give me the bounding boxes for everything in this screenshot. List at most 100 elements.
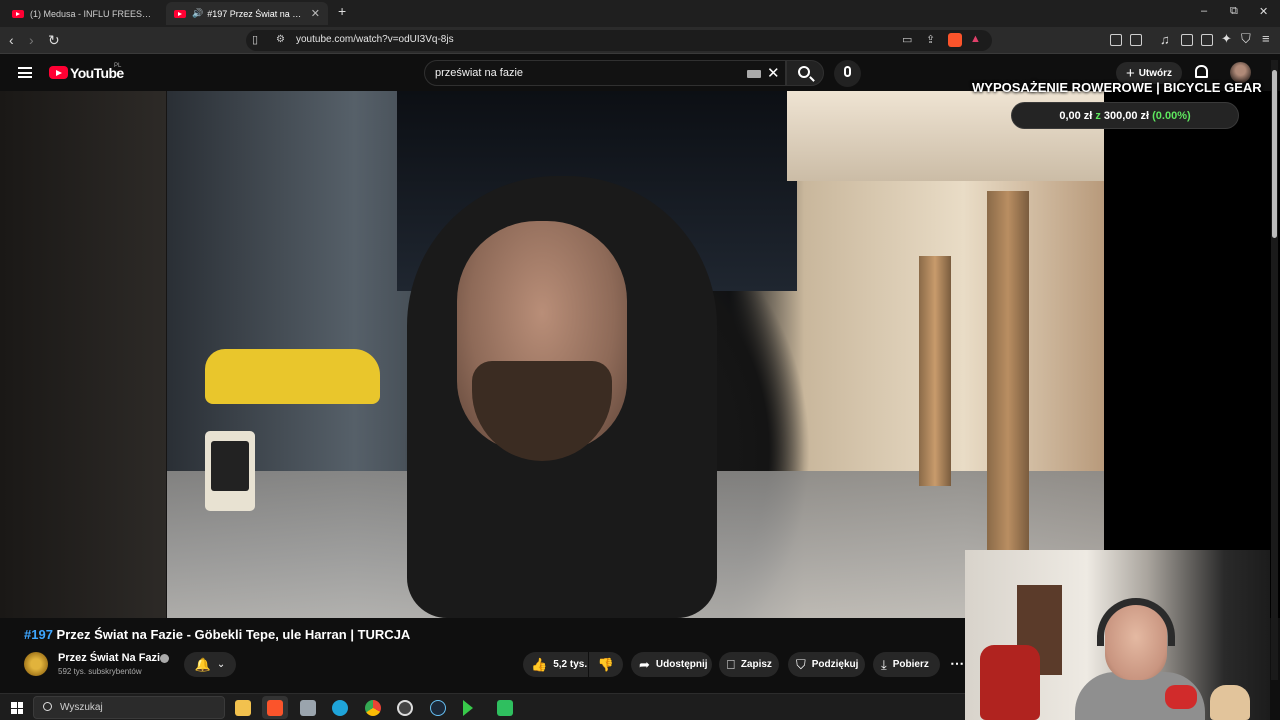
browser-tab-strip: (1) Medusa - INFLU FREESTYLE (prod 🔊 #19… bbox=[0, 0, 1280, 27]
video-player[interactable] bbox=[167, 91, 1104, 618]
voice-search-button[interactable] bbox=[834, 60, 861, 87]
youtube-favicon-icon bbox=[12, 9, 24, 18]
create-label: Utwórz bbox=[1138, 67, 1173, 79]
browser-menu-icon[interactable]: ≡ bbox=[1262, 31, 1270, 46]
sidebar-icon[interactable] bbox=[1181, 34, 1193, 46]
site-info-icon[interactable]: ⚙ bbox=[276, 34, 285, 45]
chevron-down-icon: ⌄ bbox=[216, 659, 226, 670]
browser-tab-active[interactable]: 🔊 #197 Przez Świat na Fazie - G ✕ bbox=[166, 2, 328, 25]
taskbar-search-input[interactable]: Wyszukaj bbox=[33, 696, 225, 719]
video-taxi bbox=[205, 349, 380, 404]
goal-percent: (0.00%) bbox=[1152, 109, 1191, 122]
video-title: #197 Przez Świat na Fazie - Göbekli Tepe… bbox=[24, 627, 410, 642]
goal-current: 0,00 zł bbox=[1059, 109, 1093, 122]
edge-icon[interactable] bbox=[332, 700, 348, 716]
new-tab-button[interactable]: + bbox=[338, 3, 346, 19]
subscriber-count: 592 tys. subskrybentów bbox=[58, 667, 142, 676]
leo-ai-icon[interactable]: ✦ bbox=[1221, 31, 1232, 47]
dislike-button[interactable]: 👎 bbox=[589, 652, 623, 677]
thanks-button[interactable]: ⛉ Podziękuj bbox=[788, 652, 865, 677]
download-button[interactable]: ⤓ Pobierz bbox=[873, 652, 940, 677]
close-tab-icon[interactable]: ✕ bbox=[311, 7, 320, 20]
streamer-webcam bbox=[965, 550, 1270, 720]
verified-icon bbox=[160, 654, 169, 663]
subscription-notifications-button[interactable]: 🔔 ⌄ bbox=[184, 652, 236, 677]
channel-avatar[interactable] bbox=[24, 652, 48, 676]
music-icon[interactable]: ♫ bbox=[1160, 32, 1170, 47]
search-button[interactable] bbox=[786, 60, 824, 86]
file-explorer-icon[interactable] bbox=[235, 700, 251, 716]
mic-icon bbox=[844, 66, 851, 77]
cast-icon[interactable]: ▭ bbox=[902, 33, 912, 46]
youtube-logo-icon[interactable] bbox=[49, 66, 68, 79]
brave-rewards-icon[interactable]: ▲ bbox=[970, 33, 981, 45]
windows-start-icon[interactable] bbox=[11, 702, 23, 714]
more-actions-button[interactable]: ⋯ bbox=[950, 655, 964, 672]
scrollbar-thumb[interactable] bbox=[1272, 70, 1277, 238]
bell-icon: 🔔 bbox=[194, 657, 211, 672]
share-label: Udostępnij bbox=[655, 659, 708, 670]
brave-icon[interactable] bbox=[267, 700, 283, 716]
browser-toolbar: ‹ › ↻ ▯ ⚙ youtube.com/watch?v=odUI3Vq-8j… bbox=[0, 27, 1280, 54]
goal-overlay-title: WYPOSAŻENIE ROWEROWE | BICYCLE GEAR bbox=[972, 80, 1262, 95]
bell-icon[interactable] bbox=[1195, 65, 1208, 78]
video-title-text: Przez Świat na Fazie - Göbekli Tepe, ule… bbox=[56, 627, 411, 642]
goal-progress-bar: 0,00 zł z 300,00 zł (0.00%) bbox=[1011, 102, 1239, 129]
reload-icon[interactable]: ↻ bbox=[48, 32, 60, 48]
tab-label: (1) Medusa - INFLU FREESTYLE (prod bbox=[30, 8, 154, 19]
bookmark-icon: ⎕ bbox=[727, 657, 735, 672]
download-icon: ⤓ bbox=[881, 657, 887, 672]
thumbs-down-icon: 👎 bbox=[597, 657, 615, 672]
share-button[interactable]: ➦ Udostępnij bbox=[631, 652, 712, 677]
like-button[interactable]: 👍 5,2 tys. bbox=[523, 652, 588, 677]
vpn-icon[interactable]: ⛉ bbox=[1241, 31, 1251, 47]
thumbs-up-icon: 👍 bbox=[531, 657, 548, 672]
brave-shields-icon[interactable] bbox=[948, 33, 962, 47]
back-icon[interactable]: ‹ bbox=[9, 32, 14, 48]
video-pillar bbox=[987, 191, 1029, 551]
minimize-button[interactable]: – bbox=[1201, 5, 1207, 17]
cat-sticker bbox=[1210, 685, 1250, 720]
goal-separator: z bbox=[1095, 109, 1101, 122]
webcam-logo bbox=[1165, 685, 1197, 709]
headphones-icon bbox=[1097, 598, 1175, 646]
steam-icon[interactable] bbox=[430, 700, 446, 716]
search-input[interactable]: przeświat na fazie ✕ bbox=[424, 60, 786, 86]
goal-target: 300,00 zł bbox=[1103, 109, 1150, 122]
search-query: przeświat na fazie bbox=[435, 67, 524, 79]
url-text: youtube.com/watch?v=odUI3Vq-8js bbox=[296, 34, 454, 45]
thanks-label: Podziękuj bbox=[811, 659, 859, 670]
tab-label: #197 Przez Świat na Fazie - G bbox=[207, 8, 305, 19]
windows-taskbar: Wyszukaj bbox=[0, 693, 965, 720]
share-icon: ➦ bbox=[639, 657, 650, 672]
share-page-icon[interactable]: ⇪ bbox=[926, 33, 935, 46]
super-thanks-icon: ⛉ bbox=[796, 657, 806, 672]
webcam-chair bbox=[980, 645, 1040, 720]
close-window-button[interactable]: ✕ bbox=[1259, 5, 1268, 18]
wallet-icon[interactable] bbox=[1201, 34, 1213, 46]
video-hashtag[interactable]: #197 bbox=[24, 627, 53, 642]
bookmark-icon[interactable]: ▯ bbox=[252, 33, 258, 46]
save-button[interactable]: ⎕ Zapisz bbox=[719, 652, 779, 677]
extensions-icon[interactable] bbox=[1110, 34, 1122, 46]
taskbar-search-placeholder: Wyszukaj bbox=[60, 702, 103, 713]
reader-icon[interactable] bbox=[1130, 34, 1142, 46]
forward-icon[interactable]: › bbox=[29, 32, 34, 48]
search-icon bbox=[43, 702, 52, 711]
search-icon bbox=[798, 66, 810, 78]
country-code: PL bbox=[114, 63, 122, 69]
game-icon[interactable] bbox=[497, 700, 513, 716]
keyboard-icon[interactable] bbox=[747, 70, 761, 78]
clear-icon[interactable]: ✕ bbox=[767, 64, 780, 82]
chrome-icon[interactable] bbox=[365, 700, 381, 716]
play-app-icon[interactable] bbox=[463, 700, 473, 716]
browser-tab-medusa[interactable]: (1) Medusa - INFLU FREESTYLE (prod bbox=[4, 2, 162, 25]
youtube-favicon-icon bbox=[174, 9, 186, 18]
save-label: Zapisz bbox=[740, 659, 772, 670]
app-icon[interactable] bbox=[300, 700, 316, 716]
obs-icon[interactable] bbox=[397, 700, 413, 716]
menu-icon[interactable] bbox=[18, 67, 32, 78]
channel-name[interactable]: Przez Świat Na Fazie bbox=[58, 652, 166, 664]
maximize-button[interactable]: ⧉ bbox=[1230, 5, 1238, 18]
address-bar[interactable]: ▯ ⚙ youtube.com/watch?v=odUI3Vq-8js ▭ ⇪ … bbox=[246, 30, 992, 51]
